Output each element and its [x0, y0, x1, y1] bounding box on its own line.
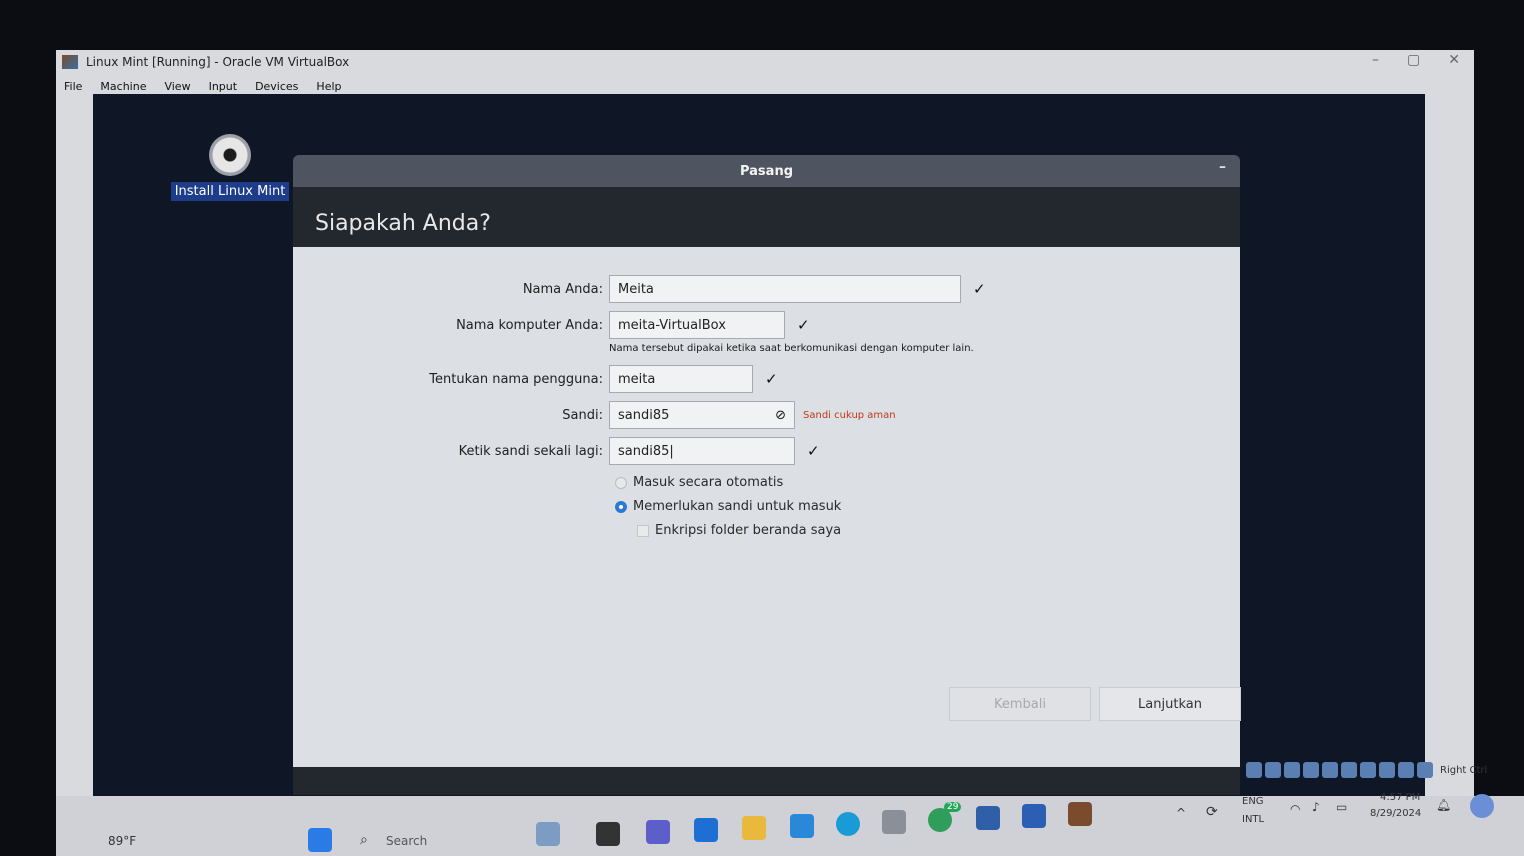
- encrypt-home-label: Enkripsi folder beranda saya: [655, 523, 842, 538]
- installer-dialog: Pasang – Siapakah Anda? Nama Anda: Meita…: [293, 155, 1241, 795]
- confirm-check-icon: ✓: [807, 442, 820, 460]
- vm-status-icon[interactable]: [1379, 762, 1395, 778]
- computer-label: Nama komputer Anda:: [456, 317, 603, 333]
- host-menubar: File Machine View Input Devices Help: [56, 76, 342, 96]
- windows-start-icon[interactable]: [308, 828, 332, 852]
- weather-widget[interactable]: 89°F: [108, 834, 136, 848]
- vm-display[interactable]: Install Linux Mint Pasang – Siapakah And…: [93, 94, 1425, 804]
- back-button[interactable]: Kembali: [949, 687, 1091, 721]
- host-titlebar: Linux Mint [Running] - Oracle VM Virtual…: [56, 50, 1474, 74]
- username-row: Tentukan nama pengguna: meita ✓: [293, 365, 778, 393]
- copilot-icon[interactable]: [1470, 794, 1494, 818]
- dialog-title: Pasang: [739, 163, 794, 179]
- computer-name-field[interactable]: meita-VirtualBox: [609, 311, 785, 339]
- page-title: Siapakah Anda?: [315, 211, 491, 236]
- maximize-button[interactable]: ▢: [1407, 52, 1420, 68]
- edge-icon[interactable]: [836, 812, 860, 836]
- vm-status-icons: Right Ctrl: [1246, 762, 1487, 778]
- clock-date[interactable]: 8/29/2024: [1370, 808, 1421, 819]
- vm-status-icon[interactable]: [1360, 762, 1376, 778]
- confirm-label: Ketik sandi sekali lagi:: [458, 443, 603, 459]
- teams-icon[interactable]: [646, 820, 670, 844]
- language-layout[interactable]: INTL: [1242, 814, 1264, 825]
- menu-machine[interactable]: Machine: [100, 80, 146, 93]
- confirm-row: Ketik sandi sekali lagi: sandi85| ✓: [293, 437, 820, 465]
- vm-status-icon[interactable]: [1341, 762, 1357, 778]
- name-row: Nama Anda: Meita ✓: [293, 275, 986, 303]
- store-icon[interactable]: [694, 818, 718, 842]
- auto-login-option[interactable]: Masuk secara otomatis: [615, 475, 783, 490]
- app-icon[interactable]: [596, 822, 620, 846]
- camera-icon[interactable]: [882, 810, 906, 834]
- auto-login-radio[interactable]: [615, 476, 627, 489]
- vm-status-icon[interactable]: [1303, 762, 1319, 778]
- hide-password-icon[interactable]: ⊘: [775, 408, 786, 423]
- password-field[interactable]: sandi85 ⊘: [609, 401, 795, 429]
- search-icon[interactable]: ⌕: [360, 832, 368, 848]
- windows-taskbar: Right Ctrl 89°F ⌕ Search 29 ^ ⟳ ENG INTL…: [56, 762, 1524, 856]
- virtualbox-window: Linux Mint [Running] - Oracle VM Virtual…: [56, 50, 1474, 856]
- menu-view[interactable]: View: [164, 80, 190, 93]
- computer-name-hint: Nama tersebut dipakai ketika saat berkom…: [609, 343, 974, 354]
- dialog-minimize-button[interactable]: –: [1219, 159, 1226, 175]
- volume-icon[interactable]: ♪: [1312, 800, 1320, 814]
- disc-icon: [209, 134, 251, 176]
- close-button[interactable]: ✕: [1448, 52, 1460, 68]
- window-controls: – ▢ ✕: [1372, 52, 1460, 68]
- clock-time[interactable]: 4:57 PM: [1380, 792, 1420, 803]
- vm-status-icon[interactable]: [1284, 762, 1300, 778]
- computer-row: Nama komputer Anda: meita-VirtualBox ✓: [293, 311, 810, 339]
- vm-status-icon[interactable]: [1322, 762, 1338, 778]
- file-explorer-icon[interactable]: [742, 816, 766, 840]
- menu-file[interactable]: File: [64, 80, 82, 93]
- install-label: Install Linux Mint: [170, 182, 290, 201]
- app-icon[interactable]: [1068, 802, 1092, 826]
- confirm-password-field[interactable]: sandi85|: [609, 437, 795, 465]
- encrypt-home-option[interactable]: Enkripsi folder beranda saya: [637, 523, 841, 538]
- password-value: sandi85: [618, 407, 670, 423]
- host-window-title: Linux Mint [Running] - Oracle VM Virtual…: [86, 55, 350, 69]
- notification-bell-icon[interactable]: 🔔︎: [1436, 798, 1451, 812]
- encrypt-home-checkbox[interactable]: [637, 524, 649, 537]
- vm-status-icon[interactable]: [1417, 762, 1433, 778]
- form-panel: Nama Anda: Meita ✓ Nama komputer Anda: m…: [293, 247, 1241, 767]
- username-field[interactable]: meita: [609, 365, 753, 393]
- vm-status-icon[interactable]: [1398, 762, 1414, 778]
- auto-login-label: Masuk secara otomatis: [633, 475, 784, 490]
- chevron-up-icon[interactable]: ^: [1176, 806, 1186, 820]
- require-password-radio[interactable]: [615, 500, 627, 513]
- vm-status-icon[interactable]: [1246, 762, 1262, 778]
- name-check-icon: ✓: [973, 280, 986, 298]
- name-label: Nama Anda:: [522, 281, 603, 297]
- require-password-option[interactable]: Memerlukan sandi untuk masuk: [615, 499, 841, 514]
- menu-help[interactable]: Help: [316, 80, 341, 93]
- continue-button[interactable]: Lanjutkan: [1099, 687, 1241, 721]
- language-code[interactable]: ENG: [1242, 796, 1264, 807]
- dialog-titlebar: Pasang –: [293, 155, 1240, 187]
- virtualbox-icon: [62, 55, 78, 69]
- sync-icon[interactable]: ⟳: [1206, 804, 1218, 820]
- username-check-icon: ✓: [765, 370, 778, 388]
- password-row: Sandi: sandi85 ⊘ Sandi cukup aman: [293, 401, 896, 429]
- mail-icon[interactable]: [790, 814, 814, 838]
- word-icon[interactable]: [1022, 804, 1046, 828]
- install-linux-mint-shortcut[interactable]: Install Linux Mint: [165, 134, 295, 201]
- whatsapp-badge: 29: [944, 802, 962, 812]
- battery-icon[interactable]: ▭: [1336, 800, 1347, 814]
- taskbar-search[interactable]: Search: [386, 834, 427, 848]
- wifi-icon[interactable]: ◠: [1290, 802, 1300, 816]
- password-strength: Sandi cukup aman: [803, 409, 896, 421]
- host-key-label: Right Ctrl: [1440, 764, 1488, 776]
- computer-check-icon: ✓: [797, 316, 810, 334]
- require-password-label: Memerlukan sandi untuk masuk: [633, 499, 842, 514]
- password-label: Sandi:: [562, 407, 603, 423]
- vm-status-icon[interactable]: [1265, 762, 1281, 778]
- widget-icon[interactable]: [536, 822, 560, 846]
- menu-devices[interactable]: Devices: [255, 80, 298, 93]
- name-field[interactable]: Meita: [609, 275, 961, 303]
- virtualbox-taskbar-icon[interactable]: [976, 806, 1000, 830]
- minimize-button[interactable]: –: [1372, 52, 1379, 68]
- username-label: Tentukan nama pengguna:: [429, 371, 603, 387]
- menu-input[interactable]: Input: [209, 80, 237, 93]
